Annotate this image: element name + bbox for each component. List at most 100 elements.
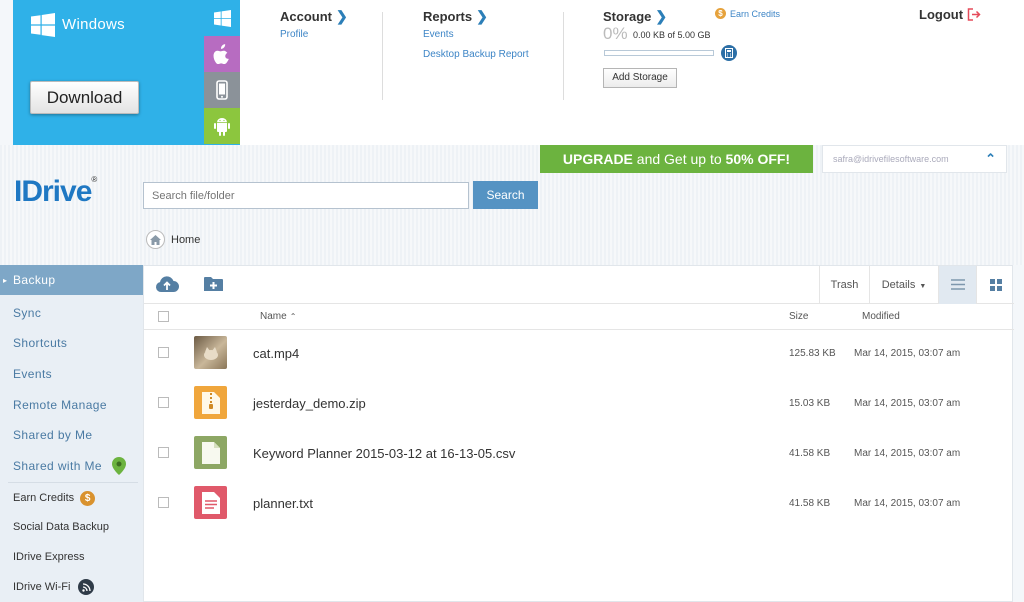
nav-account[interactable]: Account ❯	[280, 8, 348, 25]
text-file-icon	[194, 486, 227, 519]
nav-link-profile[interactable]: Profile	[280, 29, 308, 40]
details-dropdown[interactable]: Details ▼	[869, 266, 938, 304]
csv-file-icon	[194, 436, 227, 469]
sidebar-item-shared-with-me[interactable]: Shared with Me	[0, 451, 143, 481]
file-modified: Mar 14, 2015, 03:07 am	[854, 498, 961, 509]
details-label: Details	[881, 279, 916, 291]
chevron-right-icon: ❯	[336, 8, 348, 24]
os-tab-mac[interactable]	[204, 36, 240, 72]
table-row[interactable]: Keyword Planner 2015-03-12 at 16-13-05.c…	[144, 428, 1014, 478]
upgrade-text: and Get up to	[632, 151, 726, 167]
add-storage-button[interactable]: Add Storage	[603, 68, 677, 88]
os-label: Windows	[62, 16, 125, 33]
sidebar-item-label: Remote Manage	[13, 398, 107, 412]
file-name[interactable]: jesterday_demo.zip	[253, 396, 366, 411]
upgrade-banner[interactable]: UPGRADE and Get up to 50% OFF!	[540, 145, 813, 173]
wifi-icon	[78, 579, 95, 595]
breadcrumb-home[interactable]: Home	[171, 234, 200, 246]
home-icon[interactable]	[146, 230, 165, 249]
logout-icon	[967, 8, 981, 21]
top-nav: Account ❯ Profile Reports ❯ Events Desktop…	[240, 0, 1024, 145]
download-panel: Windows Download	[13, 0, 240, 145]
sidebar-item-label: IDrive Wi-Fi	[13, 581, 71, 593]
select-all-checkbox[interactable]	[158, 311, 169, 322]
sidebar-item-label: Shared with Me	[13, 459, 102, 473]
apple-icon	[213, 44, 229, 64]
storage-percent: 0%	[603, 24, 628, 43]
column-name[interactable]: Name ⌃	[260, 311, 296, 322]
new-folder-icon[interactable]	[204, 276, 223, 297]
row-checkbox[interactable]	[158, 447, 169, 458]
sidebar-item-social-data-backup[interactable]: Social Data Backup	[0, 512, 143, 542]
upgrade-bold: UPGRADE	[562, 151, 633, 167]
user-email: safra@idrivefilesoftware.com	[833, 154, 949, 164]
sidebar-item-idrive-express[interactable]: IDrive Express	[0, 542, 143, 572]
row-checkbox[interactable]	[158, 397, 169, 408]
grid-view-icon	[989, 279, 1002, 291]
trash-button[interactable]: Trash	[819, 266, 869, 304]
sidebar-item-sync[interactable]: Sync	[0, 298, 143, 328]
logout-link[interactable]: Logout	[919, 7, 981, 22]
column-name-label: Name	[260, 311, 287, 322]
nav-storage-label: Storage	[603, 9, 652, 24]
chevron-right-icon: ❯	[655, 8, 668, 24]
row-checkbox[interactable]	[158, 347, 169, 358]
file-size: 41.58 KB	[789, 448, 831, 459]
sidebar-item-events[interactable]: Events	[0, 359, 143, 389]
file-modified: Mar 14, 2015, 03:07 am	[854, 348, 961, 359]
nav-account-label: Account	[280, 9, 332, 24]
row-checkbox[interactable]	[158, 497, 169, 508]
chevron-up-icon: ⌃	[985, 151, 996, 166]
upgrade-offer: 50% OFF!	[725, 151, 791, 167]
file-size: 125.83 KB	[789, 348, 836, 359]
upload-icon[interactable]	[155, 275, 179, 298]
sidebar-item-label: Shortcuts	[13, 336, 68, 350]
nav-link-events[interactable]: Events	[423, 29, 454, 40]
sidebar-item-idrive-wifi[interactable]: IDrive Wi-Fi	[0, 572, 143, 602]
table-row[interactable]: jesterday_demo.zip 15.03 KB Mar 14, 2015…	[144, 378, 1014, 428]
idrive-logo[interactable]: IDrive®	[14, 175, 97, 209]
nav-link-desktop-backup-report[interactable]: Desktop Backup Report	[423, 49, 529, 60]
table-row[interactable]: planner.txt 41.58 KB Mar 14, 2015, 03:07…	[144, 478, 1014, 528]
nav-reports[interactable]: Reports ❯	[423, 8, 488, 25]
table-row[interactable]: cat.mp4 125.83 KB Mar 14, 2015, 03:07 am	[144, 328, 1014, 378]
caret-down-icon: ▼	[919, 283, 927, 290]
sidebar-item-label: IDrive Express	[13, 551, 85, 563]
search-button[interactable]: Search	[473, 181, 538, 209]
toolbar: Trash Details ▼	[144, 266, 1014, 304]
android-icon	[214, 118, 230, 136]
sidebar-item-earn-credits[interactable]: Earn Credits $	[0, 483, 143, 513]
sidebar-item-shortcuts[interactable]: Shortcuts	[0, 328, 143, 358]
user-account-dropdown[interactable]: safra@idrivefilesoftware.com ⌃	[822, 145, 1007, 173]
column-modified[interactable]: Modified	[862, 311, 900, 322]
os-tab-windows[interactable]	[204, 0, 240, 36]
file-modified: Mar 14, 2015, 03:07 am	[854, 398, 961, 409]
nav-storage[interactable]: Storage ❯	[603, 8, 667, 25]
file-modified: Mar 14, 2015, 03:07 am	[854, 448, 961, 459]
file-browser: Trash Details ▼ Name ⌃ Size Modified cat.m…	[143, 265, 1014, 602]
sidebar-item-label: Earn Credits	[13, 492, 75, 504]
download-button[interactable]: Download	[30, 81, 139, 114]
sidebar-item-shared-by-me[interactable]: Shared by Me	[0, 420, 143, 450]
location-pin-icon	[111, 457, 126, 475]
os-tab-mobile[interactable]	[204, 72, 240, 108]
file-name[interactable]: planner.txt	[253, 496, 313, 511]
earn-credits-link[interactable]: $ Earn Credits	[715, 8, 780, 19]
windows-icon	[213, 9, 231, 27]
dollar-coin-icon: $	[715, 8, 726, 19]
file-size: 41.58 KB	[789, 498, 831, 509]
list-view-button[interactable]	[938, 266, 976, 304]
sidebar-item-label: Sync	[13, 306, 42, 320]
storage-usage: 0.00 KB of 5.00 GB	[633, 30, 711, 40]
os-tab-android[interactable]	[204, 108, 240, 144]
list-view-icon	[950, 279, 965, 290]
sidebar-item-backup[interactable]: ▸ Backup	[0, 265, 143, 295]
search-input[interactable]	[143, 182, 469, 209]
calculator-icon[interactable]	[721, 45, 737, 61]
grid-view-button[interactable]	[976, 266, 1014, 304]
file-name[interactable]: Keyword Planner 2015-03-12 at 16-13-05.c…	[253, 446, 515, 461]
column-size[interactable]: Size	[789, 311, 808, 322]
file-name[interactable]: cat.mp4	[253, 346, 299, 361]
sidebar-item-remote-manage[interactable]: Remote Manage	[0, 390, 143, 420]
windows-logo-icon	[31, 13, 55, 37]
